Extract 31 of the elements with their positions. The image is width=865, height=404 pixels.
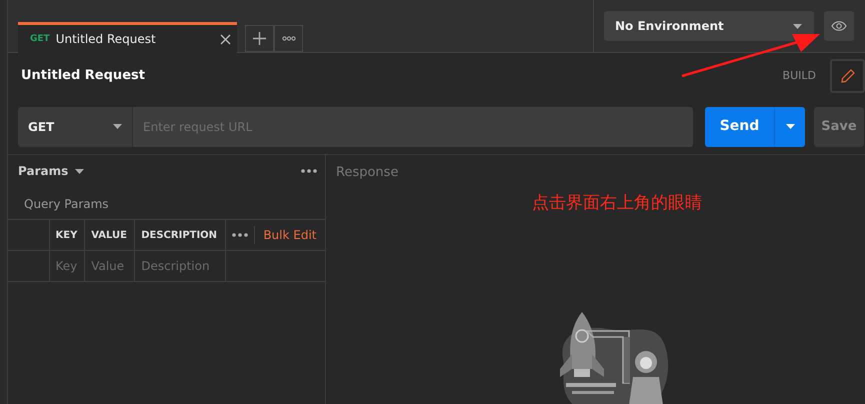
close-icon[interactable]	[220, 34, 231, 44]
caret-icon	[75, 168, 84, 174]
request-title: Untitled Request	[21, 67, 146, 86]
more-icon[interactable]	[301, 169, 317, 173]
more-icon	[282, 36, 296, 41]
more-tabs-button[interactable]	[274, 25, 303, 52]
more-icon[interactable]	[232, 233, 248, 237]
edit-button[interactable]	[830, 59, 865, 93]
section-label: Query Params	[23, 196, 110, 213]
caret-icon	[786, 124, 794, 129]
column-header: VALUE	[91, 230, 127, 240]
pencil-icon	[840, 69, 854, 83]
caret-icon	[793, 24, 802, 28]
send-button[interactable]: Send	[705, 106, 774, 146]
tab-title: Untitled Request	[56, 31, 157, 48]
new-tab-button[interactable]	[245, 25, 274, 52]
annotation-text: 点击界面右上角的眼睛	[532, 192, 702, 215]
column-header: DESCRIPTION	[141, 230, 218, 240]
save-button[interactable]: Save	[814, 106, 864, 146]
eye-icon	[831, 21, 847, 31]
params-dropdown[interactable]: Params	[18, 162, 84, 180]
column-header: KEY	[56, 230, 78, 240]
method-label: GET	[30, 34, 50, 44]
request-tab[interactable]: GET Untitled Request	[18, 22, 237, 53]
eye-button[interactable]	[824, 11, 854, 41]
response-label: Response	[336, 164, 400, 182]
method-select[interactable]: GET	[18, 106, 133, 146]
caret-icon	[113, 124, 122, 129]
build-label: BUILD	[782, 68, 816, 84]
plus-icon	[253, 32, 266, 45]
environment-select[interactable]: No Environment	[604, 11, 814, 41]
